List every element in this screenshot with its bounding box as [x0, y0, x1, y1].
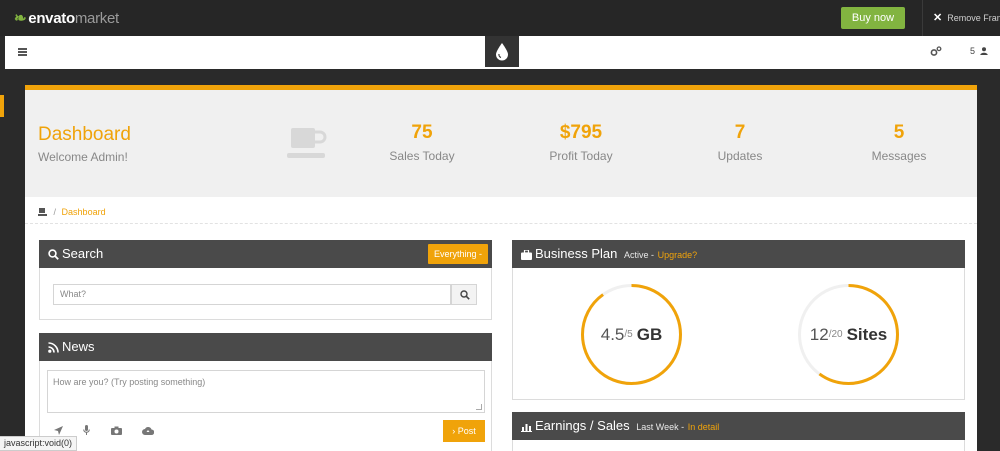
gauge-used: 12	[809, 324, 829, 344]
panel-title: Business Plan	[535, 246, 618, 261]
earnings-panel-header: Earnings / Sales Last Week - In detail	[512, 412, 965, 440]
stat-value: 7	[734, 122, 746, 143]
remove-frame-label: Remove Frame	[947, 13, 1000, 23]
panel-title: Search	[62, 246, 104, 261]
search-button[interactable]	[451, 284, 477, 305]
briefcase-icon	[521, 249, 532, 260]
gauge-unit: GB	[636, 324, 663, 344]
cloud-upload-icon[interactable]	[142, 422, 155, 440]
gauge-total: /20	[828, 329, 843, 340]
envato-top-bar: ❧envatomarket Buy now ✕ Remove Frame	[0, 0, 1000, 36]
business-plan-header: Business Plan Active - Upgrade?	[512, 240, 965, 268]
breadcrumb-current[interactable]: Dashboard	[62, 207, 106, 217]
menu-icon[interactable]	[18, 48, 27, 56]
stat-label: Updates	[717, 149, 763, 163]
breadcrumb: / Dashboard	[38, 207, 106, 217]
gauge-total: /5	[624, 329, 633, 340]
search-panel: Search Everything - What?	[39, 240, 492, 320]
leaf-icon: ❧	[14, 10, 27, 27]
buy-now-button[interactable]: Buy now	[841, 7, 905, 29]
browser-status-bar: javascript:void(0)	[0, 436, 78, 451]
home-coffee-icon[interactable]	[38, 208, 48, 216]
panel-title: Earnings / Sales	[535, 418, 630, 433]
post-button[interactable]: › Post	[443, 420, 485, 442]
news-panel-header: News	[39, 333, 492, 361]
stat-messages: 5 Messages	[829, 122, 969, 163]
stat-label: Messages	[871, 149, 927, 163]
news-panel: News How are you? (Try posting something…	[39, 333, 492, 451]
stat-value: 75	[411, 122, 433, 143]
textarea-placeholder: How are you? (Try posting something)	[53, 377, 206, 387]
stat-sales-today: 75 Sales Today	[352, 122, 492, 163]
upgrade-link[interactable]: Upgrade?	[658, 250, 698, 260]
droplet-icon	[496, 43, 508, 61]
sites-gauge: 12/20 Sites	[797, 283, 900, 386]
news-post-textarea[interactable]: How are you? (Try posting something)	[47, 370, 485, 413]
search-icon	[48, 249, 59, 260]
breadcrumb-separator: /	[53, 207, 57, 217]
storage-gauge-label: 4.5/5 GB	[580, 283, 683, 386]
earnings-period: Last Week -	[636, 422, 685, 432]
user-menu[interactable]: 5	[970, 46, 988, 56]
camera-icon[interactable]	[110, 422, 122, 440]
microphone-icon[interactable]	[83, 422, 91, 440]
gauge-unit: Sites	[846, 324, 888, 344]
user-icon	[979, 47, 988, 55]
search-icon	[460, 290, 470, 300]
divider	[25, 223, 977, 224]
page-title: Dashboard	[38, 124, 131, 145]
search-input[interactable]: What?	[53, 284, 451, 305]
search-scope-dropdown[interactable]: Everything -	[428, 244, 488, 264]
cogs-icon[interactable]	[930, 46, 942, 57]
rss-icon	[48, 342, 59, 353]
stat-label: Profit Today	[549, 149, 613, 163]
resize-handle[interactable]	[476, 404, 482, 410]
earnings-panel: Earnings / Sales Last Week - In detail	[512, 412, 965, 451]
plan-status: Active -	[624, 250, 655, 260]
in-detail-link[interactable]: In detail	[688, 422, 720, 432]
stat-value: 5	[893, 122, 905, 143]
logo-text-market: market	[74, 10, 119, 27]
stats-bar: Dashboard Welcome Admin! 75 Sales Today …	[25, 90, 977, 197]
close-icon: ✕	[933, 12, 943, 24]
app-header: 5	[5, 36, 1000, 69]
gauge-used: 4.5	[600, 324, 625, 344]
panel-title: News	[62, 339, 95, 354]
stat-label: Sales Today	[389, 149, 455, 163]
sidebar-edge	[0, 95, 4, 117]
stat-profit-today: $795 Profit Today	[511, 122, 651, 163]
stat-value: $795	[559, 122, 603, 143]
sites-gauge-label: 12/20 Sites	[797, 283, 900, 386]
logo-text-envato: envato	[28, 10, 75, 27]
app-logo[interactable]	[485, 36, 519, 67]
remove-frame-button[interactable]: ✕ Remove Frame	[922, 0, 1000, 36]
main-content: Dashboard Welcome Admin! 75 Sales Today …	[25, 85, 977, 451]
search-panel-header: Search Everything -	[39, 240, 492, 268]
envato-logo[interactable]: ❧ envatomarket	[14, 9, 119, 27]
bar-chart-icon	[521, 424, 532, 432]
welcome-text: Welcome Admin!	[38, 150, 128, 164]
coffee-icon	[287, 128, 327, 158]
storage-gauge: 4.5/5 GB	[580, 283, 683, 386]
business-plan-panel: Business Plan Active - Upgrade? 4.5/5 GB …	[512, 240, 965, 400]
user-count-badge: 5	[970, 46, 976, 56]
stat-updates: 7 Updates	[670, 122, 810, 163]
